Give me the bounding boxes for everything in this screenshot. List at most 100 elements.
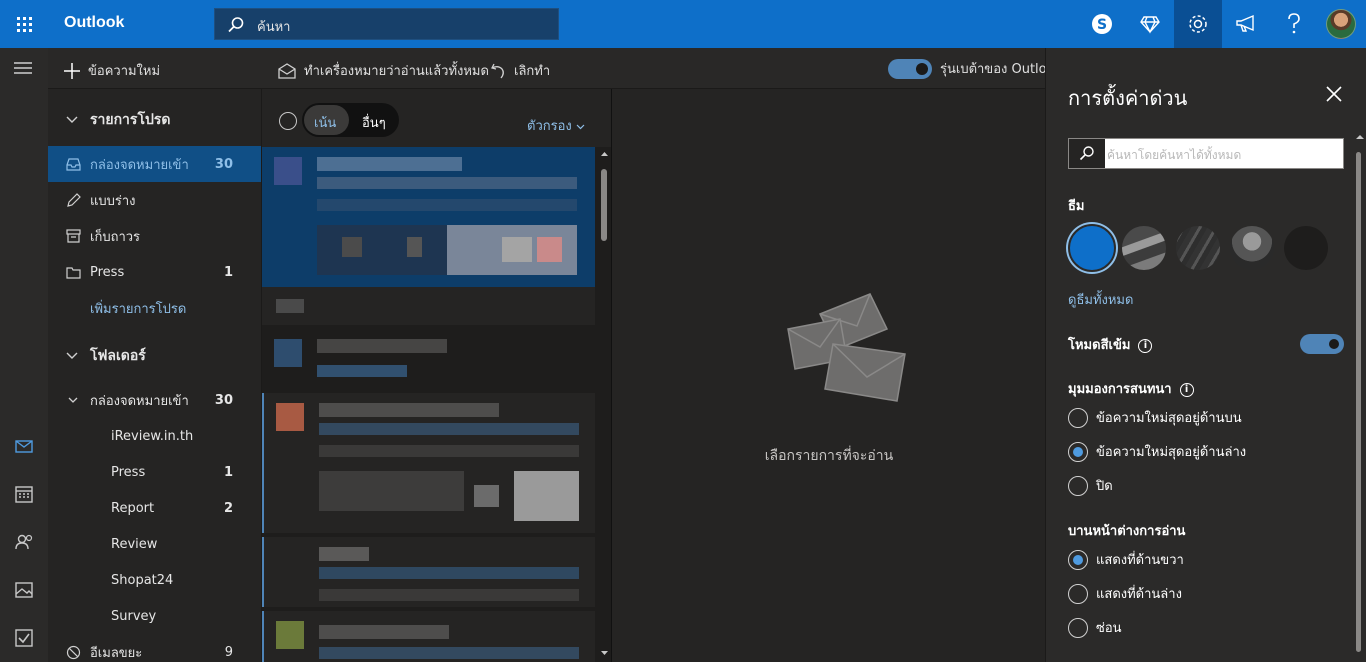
empty-reading-text: เลือกรายการที่จะอ่าน: [764, 448, 894, 464]
subfolder-press[interactable]: Press 1: [48, 454, 261, 490]
people-icon[interactable]: [14, 532, 34, 552]
radio-button[interactable]: [1068, 475, 1088, 496]
theme-black[interactable]: [1284, 226, 1328, 270]
radio-button[interactable]: [1068, 583, 1088, 604]
theme-label: ธีม: [1068, 199, 1085, 214]
close-icon[interactable]: [1324, 84, 1344, 104]
scroll-up-icon[interactable]: [600, 151, 609, 157]
settings-scrollbar[interactable]: [1356, 134, 1364, 654]
subfolder-survey[interactable]: Survey: [48, 598, 261, 634]
radio-button[interactable]: [1068, 549, 1088, 570]
list-item[interactable]: [262, 611, 595, 662]
skype-button[interactable]: S: [1078, 0, 1126, 48]
hamburger-icon[interactable]: [14, 61, 32, 75]
undo-button[interactable]: เลิกทำ: [490, 60, 550, 81]
radio-button[interactable]: [1068, 407, 1088, 428]
avatar[interactable]: [1326, 9, 1356, 39]
theme-blue[interactable]: [1068, 224, 1116, 272]
info-icon[interactable]: i: [1179, 382, 1194, 397]
mail-icon[interactable]: [14, 436, 34, 456]
app-rail: [0, 48, 48, 662]
beta-toggle[interactable]: รุ่นเบต้าของ Outlook: [888, 58, 1045, 79]
dark-mode-toggle[interactable]: [1300, 334, 1344, 354]
calendar-icon[interactable]: [14, 484, 34, 504]
option-label: ปิด: [1096, 479, 1113, 494]
quick-settings-panel: การตั้งค่าด่วน ค้นหาโดยค้นหาได้ทั้งหมด ธ…: [1045, 48, 1366, 662]
view-all-themes-link[interactable]: ดูธีมทั้งหมด: [1068, 289, 1133, 310]
premium-button[interactable]: [1126, 0, 1174, 48]
skype-icon: S: [1092, 14, 1112, 34]
subfolder-review[interactable]: Review: [48, 526, 261, 562]
app-launcher-button[interactable]: [0, 0, 48, 48]
favorite-press[interactable]: Press 1: [48, 254, 261, 290]
conversation-option-newest-top[interactable]: ข้อความใหม่สุดอยู่ด้านบน: [1068, 407, 1242, 428]
todo-icon[interactable]: [14, 628, 34, 648]
command-bar: ข้อความใหม่ ทำเครื่องหมายว่าอ่านแล้วทั้ง…: [14, 48, 1045, 89]
chevron-down-icon: [68, 397, 78, 403]
folders-header[interactable]: โฟลเดอร์: [48, 338, 261, 374]
scroll-thumb[interactable]: [1356, 152, 1361, 652]
settings-button[interactable]: [1174, 0, 1222, 48]
radio-button[interactable]: [1068, 617, 1088, 638]
theme-mountain[interactable]: [1122, 226, 1166, 270]
reading-pane-option-hide[interactable]: ซ่อน: [1068, 617, 1122, 638]
whats-new-button[interactable]: [1222, 0, 1270, 48]
favorites-label: รายการโปรด: [90, 112, 171, 128]
list-item[interactable]: [262, 329, 595, 389]
folder-inbox[interactable]: กล่องจดหมายเข้า 30: [48, 382, 261, 418]
subfolder-report[interactable]: Report 2: [48, 490, 261, 526]
filter-button[interactable]: ตัวกรอง: [527, 115, 585, 136]
list-item[interactable]: [262, 537, 595, 607]
favorite-press-count: 1: [223, 264, 233, 280]
theme-texture[interactable]: [1176, 226, 1220, 270]
message-list-scrollbar[interactable]: [597, 147, 611, 662]
subfolder-count: 1: [223, 464, 233, 480]
folder-junk[interactable]: อีเมลขยะ 9: [48, 634, 261, 662]
info-icon[interactable]: i: [1138, 338, 1153, 353]
reading-pane-option-bottom[interactable]: แสดงที่ด้านล่าง: [1068, 583, 1182, 604]
folder-junk-label: อีเมลขยะ: [90, 645, 143, 661]
focused-tab-label[interactable]: เน้น: [314, 112, 336, 133]
option-label: ข้อความใหม่สุดอยู่ด้านล่าง: [1096, 445, 1247, 460]
search-input[interactable]: ค้นหา: [257, 16, 290, 37]
scroll-down-icon[interactable]: [600, 650, 609, 656]
search-box[interactable]: ค้นหา: [214, 8, 559, 40]
radio-button[interactable]: [1068, 441, 1088, 462]
settings-search-input[interactable]: ค้นหาโดยค้นหาได้ทั้งหมด: [1107, 146, 1241, 165]
select-all-checkbox[interactable]: [279, 112, 297, 130]
theme-palms[interactable]: [1230, 226, 1274, 270]
subfolder-label: Press: [111, 464, 146, 480]
settings-search-icon-box: [1069, 139, 1105, 168]
conversation-option-off[interactable]: ปิด: [1068, 475, 1113, 496]
archive-icon: [66, 229, 81, 243]
favorites-header[interactable]: รายการโปรด: [48, 102, 261, 138]
subfolder-label: Report: [111, 500, 155, 516]
new-message-button[interactable]: ข้อความใหม่: [64, 60, 160, 81]
option-label: แสดงที่ด้านล่าง: [1096, 587, 1182, 602]
photos-icon[interactable]: [14, 580, 34, 600]
reading-pane-option-right[interactable]: แสดงที่ด้านขวา: [1068, 549, 1184, 570]
help-button[interactable]: [1270, 0, 1318, 48]
settings-search[interactable]: ค้นหาโดยค้นหาได้ทั้งหมด: [1068, 138, 1344, 169]
list-item[interactable]: [262, 147, 595, 287]
other-tab-label[interactable]: อื่นๆ: [362, 112, 386, 133]
add-favorite-link[interactable]: เพิ่มรายการโปรด: [48, 290, 261, 326]
envelope-open-icon: [278, 62, 296, 79]
search-icon: [1079, 146, 1094, 161]
favorite-drafts-label: แบบร่าง: [90, 193, 136, 209]
favorite-inbox[interactable]: กล่องจดหมายเข้า 30: [48, 146, 261, 182]
beta-switch[interactable]: [888, 58, 932, 79]
scroll-up-icon[interactable]: [1356, 134, 1364, 140]
mark-all-read-button[interactable]: ทำเครื่องหมายว่าอ่านแล้วทั้งหมด: [278, 60, 489, 81]
scroll-thumb[interactable]: [601, 169, 607, 241]
favorite-archive[interactable]: เก็บถาวร: [48, 218, 261, 254]
app-title[interactable]: Outlook: [64, 14, 124, 32]
svg-text:S: S: [1097, 17, 1107, 33]
list-item[interactable]: [262, 287, 595, 325]
subfolder-ireview[interactable]: iReview.in.th: [48, 418, 261, 454]
list-item[interactable]: [262, 393, 595, 533]
favorite-drafts[interactable]: แบบร่าง: [48, 182, 261, 218]
conversation-option-newest-bottom[interactable]: ข้อความใหม่สุดอยู่ด้านล่าง: [1068, 441, 1246, 462]
subfolder-shopat24[interactable]: Shopat24: [48, 562, 261, 598]
subfolder-label: Shopat24: [111, 572, 174, 588]
